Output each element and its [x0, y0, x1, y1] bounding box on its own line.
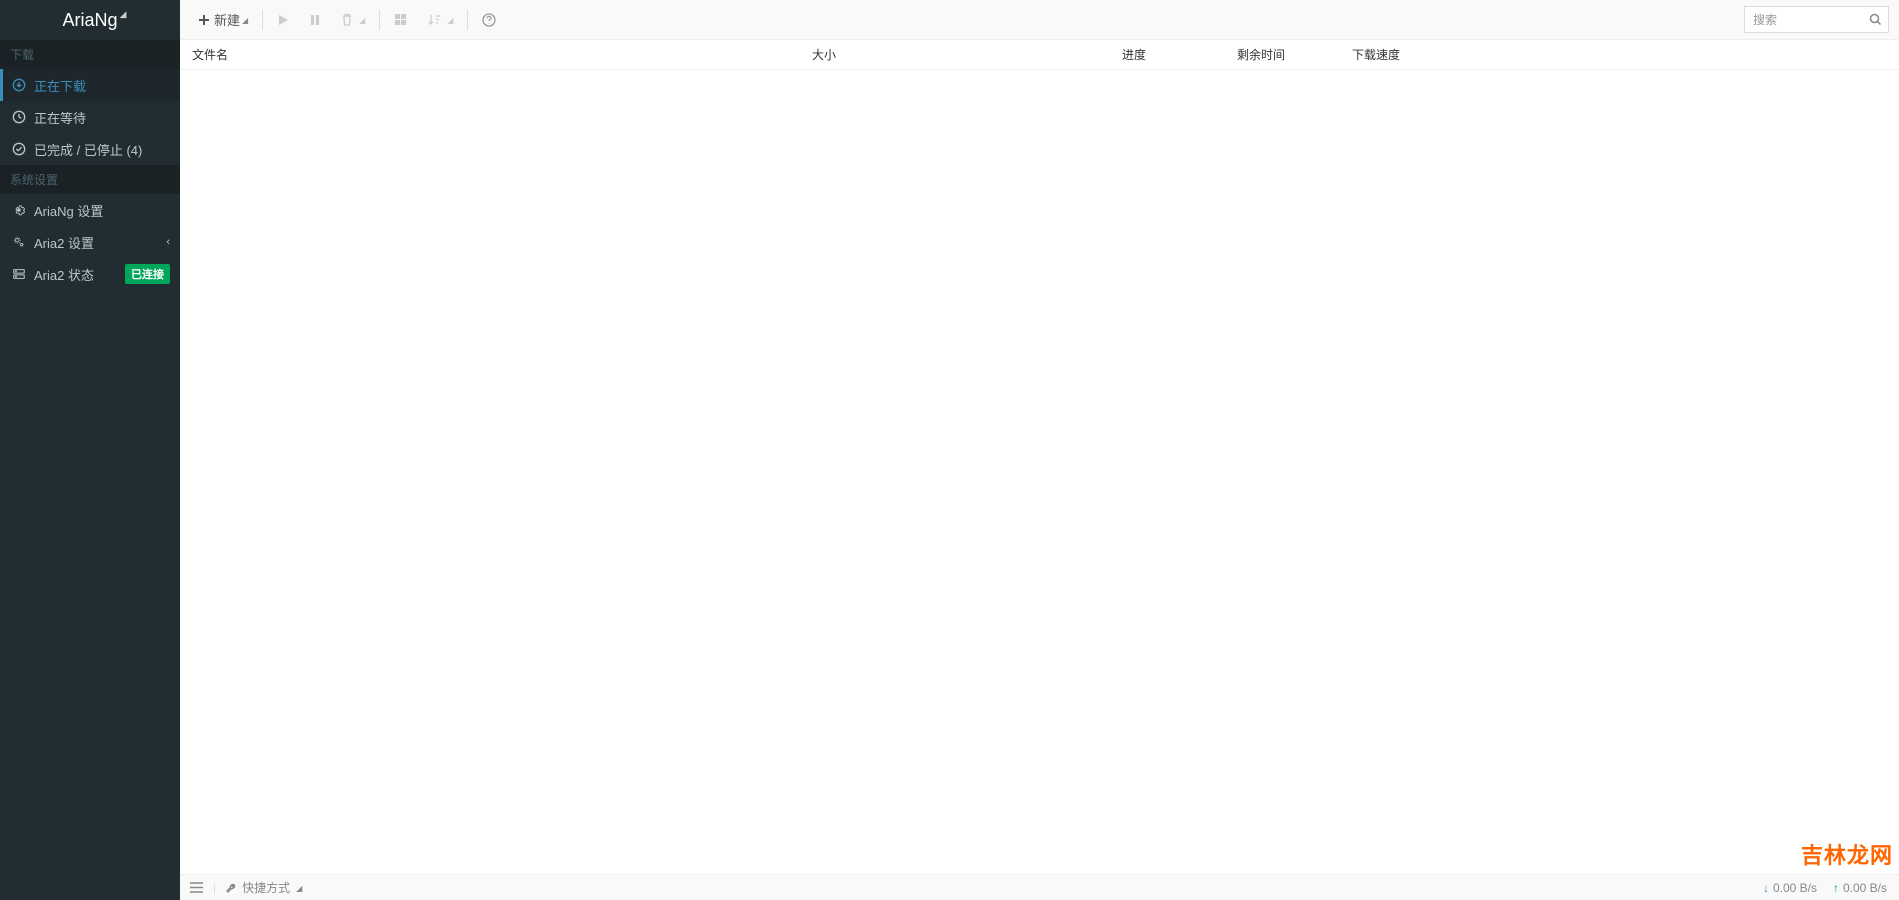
- menu-icon[interactable]: [190, 882, 203, 893]
- chevron-left-icon: ‹: [166, 236, 170, 248]
- watermark: 吉林龙网: [1801, 838, 1893, 870]
- separator: [379, 10, 380, 30]
- sidebar-item-aria2-settings[interactable]: Aria2 设置 ‹: [0, 226, 180, 258]
- separator: [262, 10, 263, 30]
- footer: | 快捷方式 ◢ ↓ 0.00 B/s ↑ 0.00 B/s: [180, 874, 1899, 900]
- delete-button[interactable]: ◢: [333, 0, 373, 40]
- search-icon: [1869, 13, 1882, 26]
- help-icon: [482, 13, 496, 27]
- column-header-size[interactable]: 大小: [812, 46, 1122, 63]
- sidebar-item-label: 已完成 / 已停止 (4): [34, 140, 170, 159]
- check-circle-icon: [10, 142, 28, 156]
- sidebar-section-settings: 系统设置: [0, 165, 180, 194]
- column-header-progress[interactable]: 进度: [1122, 46, 1237, 63]
- wrench-icon: [226, 882, 238, 894]
- download-speed-value: 0.00 B/s: [1773, 881, 1817, 895]
- caret-icon: ◢: [296, 884, 302, 893]
- sidebar-item-label: 正在下载: [34, 76, 170, 95]
- help-button[interactable]: [474, 0, 508, 40]
- new-button-label: 新建: [214, 10, 240, 29]
- app-title: AriaNg: [62, 10, 117, 30]
- table-header: 文件名 大小 进度 剩余时间 下载速度: [180, 40, 1899, 70]
- gears-icon: [10, 235, 28, 249]
- grid-icon: [394, 13, 407, 26]
- pause-button[interactable]: [301, 0, 333, 40]
- sort-icon: [427, 13, 441, 26]
- upload-speed[interactable]: ↑ 0.00 B/s: [1833, 881, 1887, 895]
- upload-speed-value: 0.00 B/s: [1843, 881, 1887, 895]
- search-button[interactable]: [1863, 7, 1888, 32]
- gear-icon: [10, 203, 28, 217]
- shortcut-button[interactable]: 快捷方式 ◢: [226, 879, 302, 896]
- new-button[interactable]: 新建 ◢: [190, 0, 256, 40]
- separator: [467, 10, 468, 30]
- arrow-down-icon: ↓: [1763, 881, 1769, 895]
- column-header-name[interactable]: 文件名: [192, 46, 812, 63]
- caret-icon: ◢: [447, 16, 453, 25]
- sidebar-item-stopped[interactable]: 已完成 / 已停止 (4): [0, 133, 180, 165]
- toolbar: 新建 ◢ ◢ ◢: [180, 0, 1899, 40]
- download-icon: [10, 78, 28, 92]
- app-logo[interactable]: AriaNg ◢: [0, 0, 180, 40]
- separator: |: [213, 881, 216, 895]
- sidebar-section-download: 下载: [0, 40, 180, 69]
- column-header-speed[interactable]: 下载速度: [1352, 46, 1887, 63]
- status-badge: 已连接: [125, 264, 170, 284]
- sidebar-item-ariang-settings[interactable]: AriaNg 设置: [0, 194, 180, 226]
- sidebar-item-label: Aria2 设置: [34, 233, 166, 252]
- search-box: [1744, 6, 1889, 33]
- logo-caret-icon: ◢: [120, 0, 127, 34]
- caret-icon: ◢: [242, 16, 248, 25]
- sidebar-item-label: Aria2 状态: [34, 265, 125, 284]
- clock-icon: [10, 110, 28, 124]
- shortcut-label: 快捷方式: [242, 879, 290, 896]
- trash-icon: [341, 13, 353, 26]
- main-content: 文件名 大小 进度 剩余时间 下载速度: [180, 40, 1899, 874]
- server-icon: [10, 267, 28, 281]
- sort-button[interactable]: ◢: [419, 0, 461, 40]
- sidebar-item-waiting[interactable]: 正在等待: [0, 101, 180, 133]
- plus-icon: [198, 14, 210, 26]
- sidebar-item-label: AriaNg 设置: [34, 201, 170, 220]
- play-icon: [277, 14, 289, 26]
- sidebar-item-downloading[interactable]: 正在下载: [0, 69, 180, 101]
- sidebar: AriaNg ◢ 下载 正在下载 正在等待 已完成 / 已停止 (4) 系统设置…: [0, 0, 180, 900]
- caret-icon: ◢: [359, 16, 365, 25]
- start-button[interactable]: [269, 0, 301, 40]
- arrow-up-icon: ↑: [1833, 881, 1839, 895]
- sidebar-item-aria2-status[interactable]: Aria2 状态 已连接: [0, 258, 180, 290]
- select-all-button[interactable]: [386, 0, 419, 40]
- download-speed[interactable]: ↓ 0.00 B/s: [1763, 881, 1817, 895]
- pause-icon: [309, 14, 321, 26]
- column-header-remaining[interactable]: 剩余时间: [1237, 46, 1352, 63]
- sidebar-item-label: 正在等待: [34, 108, 170, 127]
